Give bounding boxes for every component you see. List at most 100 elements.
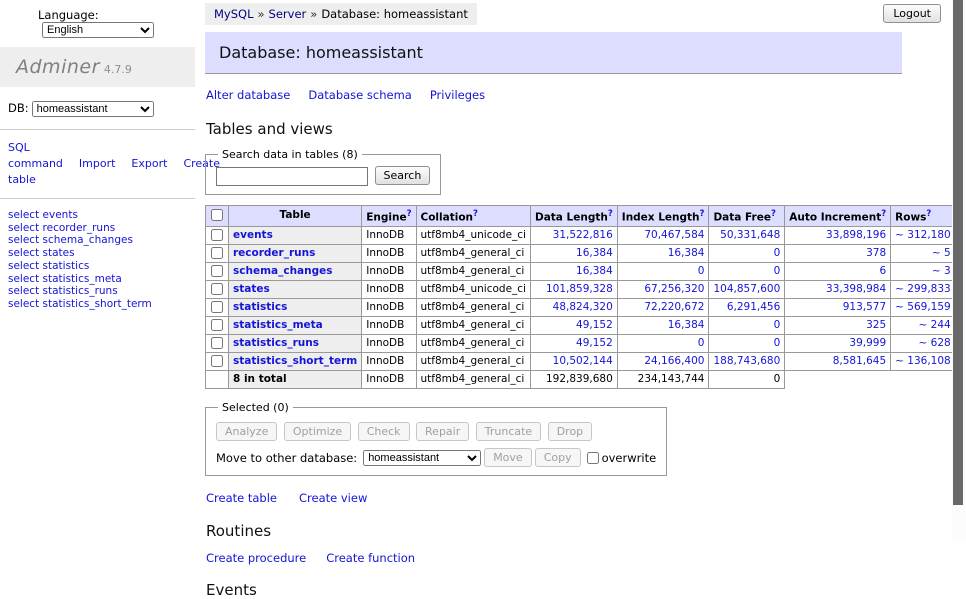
alter-database-link[interactable]: Alter database — [206, 88, 290, 102]
db-select[interactable]: homeassistant — [32, 101, 154, 117]
search-button[interactable]: Search — [375, 166, 431, 185]
truncate-button[interactable]: Truncate — [476, 422, 541, 441]
auto-increment-value[interactable]: 913,577 — [843, 301, 886, 313]
logout-button[interactable]: Logout — [883, 4, 941, 23]
rows-count-value[interactable]: ~ 312,180 — [895, 229, 951, 241]
language-select[interactable]: English — [42, 22, 154, 38]
scrollbar-thumb[interactable] — [953, 0, 963, 505]
sidebar-item-select-statistics-runs[interactable]: select statistics_runs — [8, 285, 183, 298]
data-length-value[interactable]: 16,384 — [576, 247, 613, 259]
data-length-value[interactable]: 10,502,144 — [553, 355, 613, 367]
data-free-value[interactable]: 0 — [774, 265, 781, 277]
rows-count-value[interactable]: ~ 299,833 — [895, 283, 951, 295]
check-button[interactable]: Check — [358, 422, 410, 441]
sidebar-item-select-recorder-runs[interactable]: select recorder_runs — [8, 222, 183, 235]
data-free-value[interactable]: 0 — [774, 247, 781, 259]
analyze-button[interactable]: Analyze — [216, 422, 277, 441]
data-free-value[interactable]: 0 — [774, 337, 781, 349]
table-link[interactable]: statistics — [233, 301, 287, 313]
help-icon[interactable]: ? — [700, 209, 705, 219]
help-icon[interactable]: ? — [771, 209, 776, 219]
data-length-value[interactable]: 16,384 — [576, 265, 613, 277]
auto-increment-value[interactable]: 33,898,196 — [826, 229, 886, 241]
repair-button[interactable]: Repair — [416, 422, 469, 441]
help-icon[interactable]: ? — [881, 209, 886, 219]
database-schema-link[interactable]: Database schema — [308, 88, 411, 102]
help-icon[interactable]: ? — [407, 209, 412, 219]
row-checkbox[interactable] — [211, 337, 223, 349]
breadcrumb-server-link[interactable]: Server — [269, 7, 307, 21]
overwrite-checkbox[interactable] — [587, 452, 599, 464]
rows-count-value[interactable]: ~ 244 — [919, 319, 951, 331]
import-link[interactable]: Import — [79, 157, 116, 170]
auto-increment-value[interactable]: 6 — [879, 265, 886, 277]
data-free-value[interactable]: 104,857,600 — [713, 283, 780, 295]
help-icon[interactable]: ? — [926, 209, 931, 219]
index-length-value[interactable]: 0 — [698, 337, 705, 349]
table-link[interactable]: statistics_short_term — [233, 355, 357, 367]
auto-increment-value[interactable]: 39,999 — [849, 337, 886, 349]
scrollbar-track[interactable] — [952, 0, 966, 543]
data-free-value[interactable]: 50,331,648 — [720, 229, 780, 241]
row-checkbox[interactable] — [211, 229, 223, 241]
table-link[interactable]: states — [233, 283, 270, 295]
drop-button[interactable]: Drop — [548, 422, 592, 441]
index-length-value[interactable]: 67,256,320 — [644, 283, 704, 295]
index-length-value[interactable]: 16,384 — [668, 247, 705, 259]
row-checkbox[interactable] — [211, 319, 223, 331]
sidebar-item-select-statistics-meta[interactable]: select statistics_meta — [8, 273, 183, 286]
privileges-link[interactable]: Privileges — [430, 88, 485, 102]
row-checkbox[interactable] — [211, 247, 223, 259]
create-procedure-link[interactable]: Create procedure — [206, 551, 306, 565]
index-length-value[interactable]: 0 — [698, 265, 705, 277]
rows-count-value[interactable]: ~ 628 — [919, 337, 951, 349]
move-database-select[interactable]: homeassistant — [363, 450, 481, 466]
sidebar-item-select-statistics[interactable]: select statistics — [8, 260, 183, 273]
index-length-value[interactable]: 24,166,400 — [644, 355, 704, 367]
data-length-value[interactable]: 49,152 — [576, 337, 613, 349]
auto-increment-value[interactable]: 8,581,645 — [833, 355, 886, 367]
row-checkbox[interactable] — [211, 301, 223, 313]
breadcrumb-server-type-link[interactable]: MySQL — [214, 7, 254, 21]
table-link[interactable]: statistics_runs — [233, 337, 319, 349]
data-length-value[interactable]: 31,522,816 — [553, 229, 613, 241]
help-icon[interactable]: ? — [473, 209, 478, 219]
index-length-value[interactable]: 72,220,672 — [644, 301, 704, 313]
data-length-value[interactable]: 49,152 — [576, 319, 613, 331]
table-link[interactable]: schema_changes — [233, 265, 333, 277]
auto-increment-value[interactable]: 378 — [866, 247, 886, 259]
search-input[interactable] — [216, 167, 368, 186]
rows-count-value[interactable]: ~ 3 — [932, 265, 951, 277]
copy-button[interactable]: Copy — [535, 448, 581, 467]
rows-count-value[interactable]: ~ 5 — [932, 247, 951, 259]
row-checkbox[interactable] — [211, 283, 223, 295]
sidebar-item-select-states[interactable]: select states — [8, 247, 183, 260]
table-link[interactable]: events — [233, 229, 273, 241]
export-link[interactable]: Export — [131, 157, 167, 170]
data-length-value[interactable]: 101,859,328 — [546, 283, 613, 295]
rows-count-value[interactable]: ~ 136,108 — [895, 355, 951, 367]
move-button[interactable]: Move — [484, 448, 532, 467]
help-icon[interactable]: ? — [608, 209, 613, 219]
data-free-value[interactable]: 6,291,456 — [727, 301, 780, 313]
table-link[interactable]: recorder_runs — [233, 247, 315, 259]
sql-command-link[interactable]: SQL command — [8, 141, 63, 170]
data-length-value[interactable]: 48,824,320 — [553, 301, 613, 313]
sidebar-item-select-events[interactable]: select events — [8, 209, 183, 222]
select-all-checkbox[interactable] — [211, 209, 223, 221]
create-function-link[interactable]: Create function — [326, 551, 415, 565]
auto-increment-value[interactable]: 33,398,984 — [826, 283, 886, 295]
auto-increment-value[interactable]: 325 — [866, 319, 886, 331]
index-length-value[interactable]: 70,467,584 — [644, 229, 704, 241]
table-link[interactable]: statistics_meta — [233, 319, 323, 331]
row-checkbox[interactable] — [211, 265, 223, 277]
row-checkbox[interactable] — [211, 355, 223, 367]
optimize-button[interactable]: Optimize — [284, 422, 351, 441]
data-free-value[interactable]: 188,743,680 — [713, 355, 780, 367]
create-table-link[interactable]: Create table — [206, 491, 277, 505]
rows-count-value[interactable]: ~ 569,159 — [895, 301, 951, 313]
create-view-link[interactable]: Create view — [299, 491, 367, 505]
data-free-value[interactable]: 0 — [774, 319, 781, 331]
sidebar-item-select-schema-changes[interactable]: select schema_changes — [8, 234, 183, 247]
sidebar-item-select-statistics-short-term[interactable]: select statistics_short_term — [8, 298, 183, 311]
